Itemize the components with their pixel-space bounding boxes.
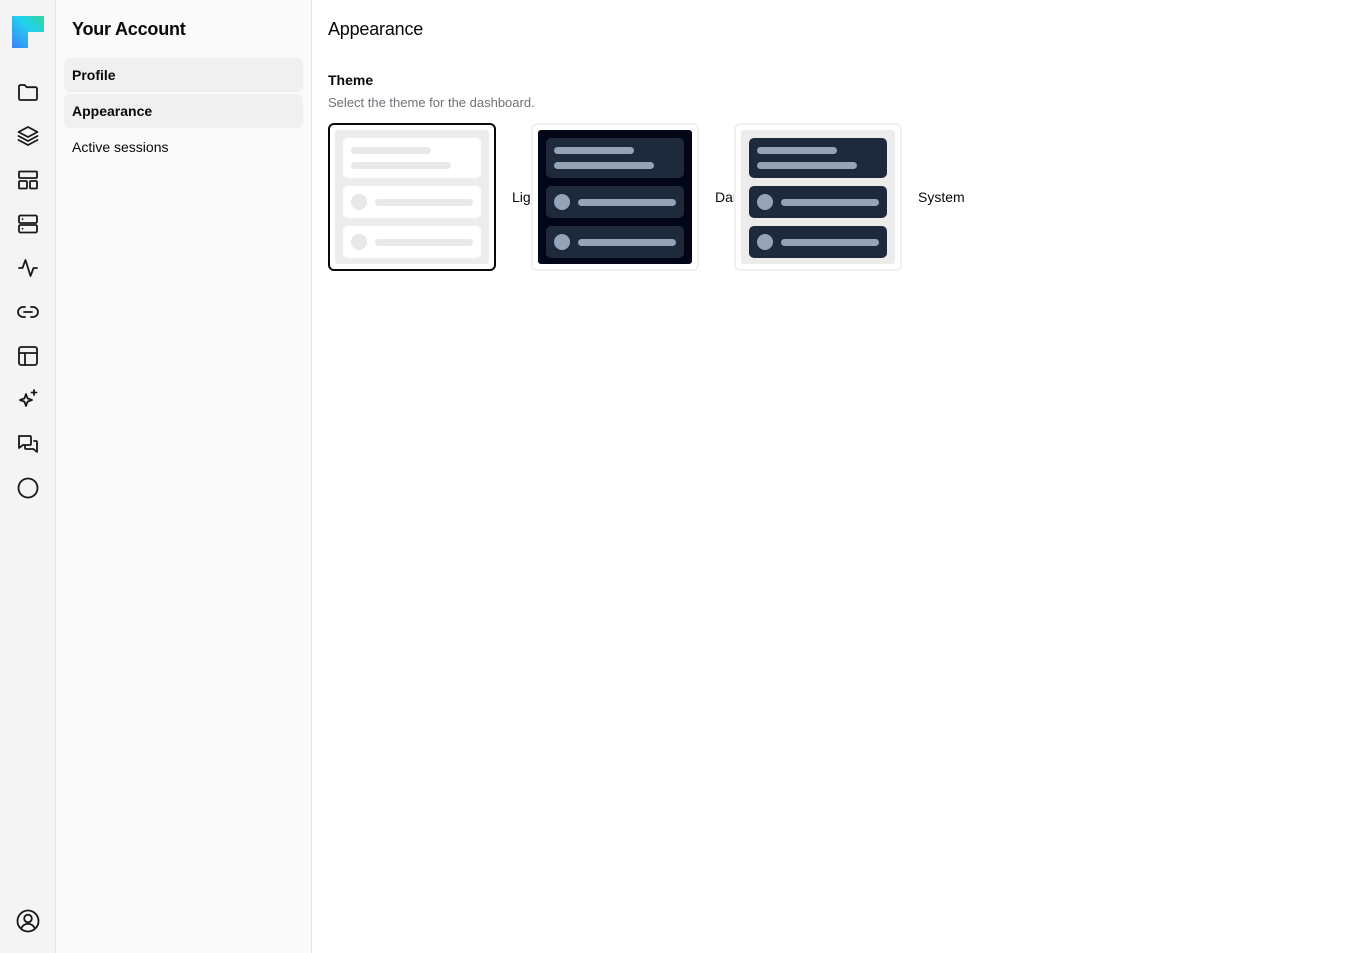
logo-icon[interactable] <box>12 16 44 48</box>
preview-row <box>343 226 481 258</box>
theme-section-title: Theme <box>328 72 374 88</box>
nav-item-appearance[interactable]: Appearance <box>64 94 303 128</box>
theme-preview-dark[interactable] <box>531 123 699 271</box>
main-content: Appearance Theme Select the theme for th… <box>312 0 1349 953</box>
preview-header-block <box>343 138 481 178</box>
app-root: Your Account Profile Appearance Active s… <box>0 0 1349 953</box>
theme-preview-system[interactable] <box>734 123 902 271</box>
theme-label-light: Lig <box>512 189 531 205</box>
layers-icon[interactable] <box>14 122 42 150</box>
preview-row <box>749 226 887 258</box>
activity-icon[interactable] <box>14 254 42 282</box>
theme-option-light[interactable]: Lig <box>328 123 531 271</box>
link-icon[interactable] <box>14 298 42 326</box>
preview-row <box>546 186 684 218</box>
theme-preview-inner <box>538 130 692 264</box>
circle-icon[interactable] <box>14 474 42 502</box>
table-icon[interactable] <box>14 342 42 370</box>
preview-row <box>749 186 887 218</box>
server-icon[interactable] <box>14 210 42 238</box>
theme-preview-inner <box>335 130 489 264</box>
theme-preview-light[interactable] <box>328 123 496 271</box>
account-sidebar: Your Account Profile Appearance Active s… <box>56 0 312 953</box>
nav-item-profile[interactable]: Profile <box>64 58 303 92</box>
page-title: Appearance <box>328 19 424 39</box>
nav-item-active-sessions[interactable]: Active sessions <box>64 130 303 164</box>
theme-section-description: Select the theme for the dashboard. <box>328 95 535 110</box>
icon-rail <box>0 0 56 953</box>
preview-row <box>546 226 684 258</box>
preview-header-block <box>546 138 684 178</box>
account-title: Your Account <box>72 19 186 39</box>
preview-row <box>343 186 481 218</box>
layout-icon[interactable] <box>14 166 42 194</box>
theme-option-system[interactable]: System <box>734 123 965 271</box>
preview-header-block <box>749 138 887 178</box>
sparkles-icon[interactable] <box>14 386 42 414</box>
user-icon[interactable] <box>14 907 42 935</box>
messages-icon[interactable] <box>14 430 42 458</box>
theme-preview-inner <box>741 130 895 264</box>
theme-label-system: System <box>918 189 965 205</box>
theme-option-dark[interactable]: Dar <box>531 123 738 271</box>
folder-icon[interactable] <box>14 78 42 106</box>
